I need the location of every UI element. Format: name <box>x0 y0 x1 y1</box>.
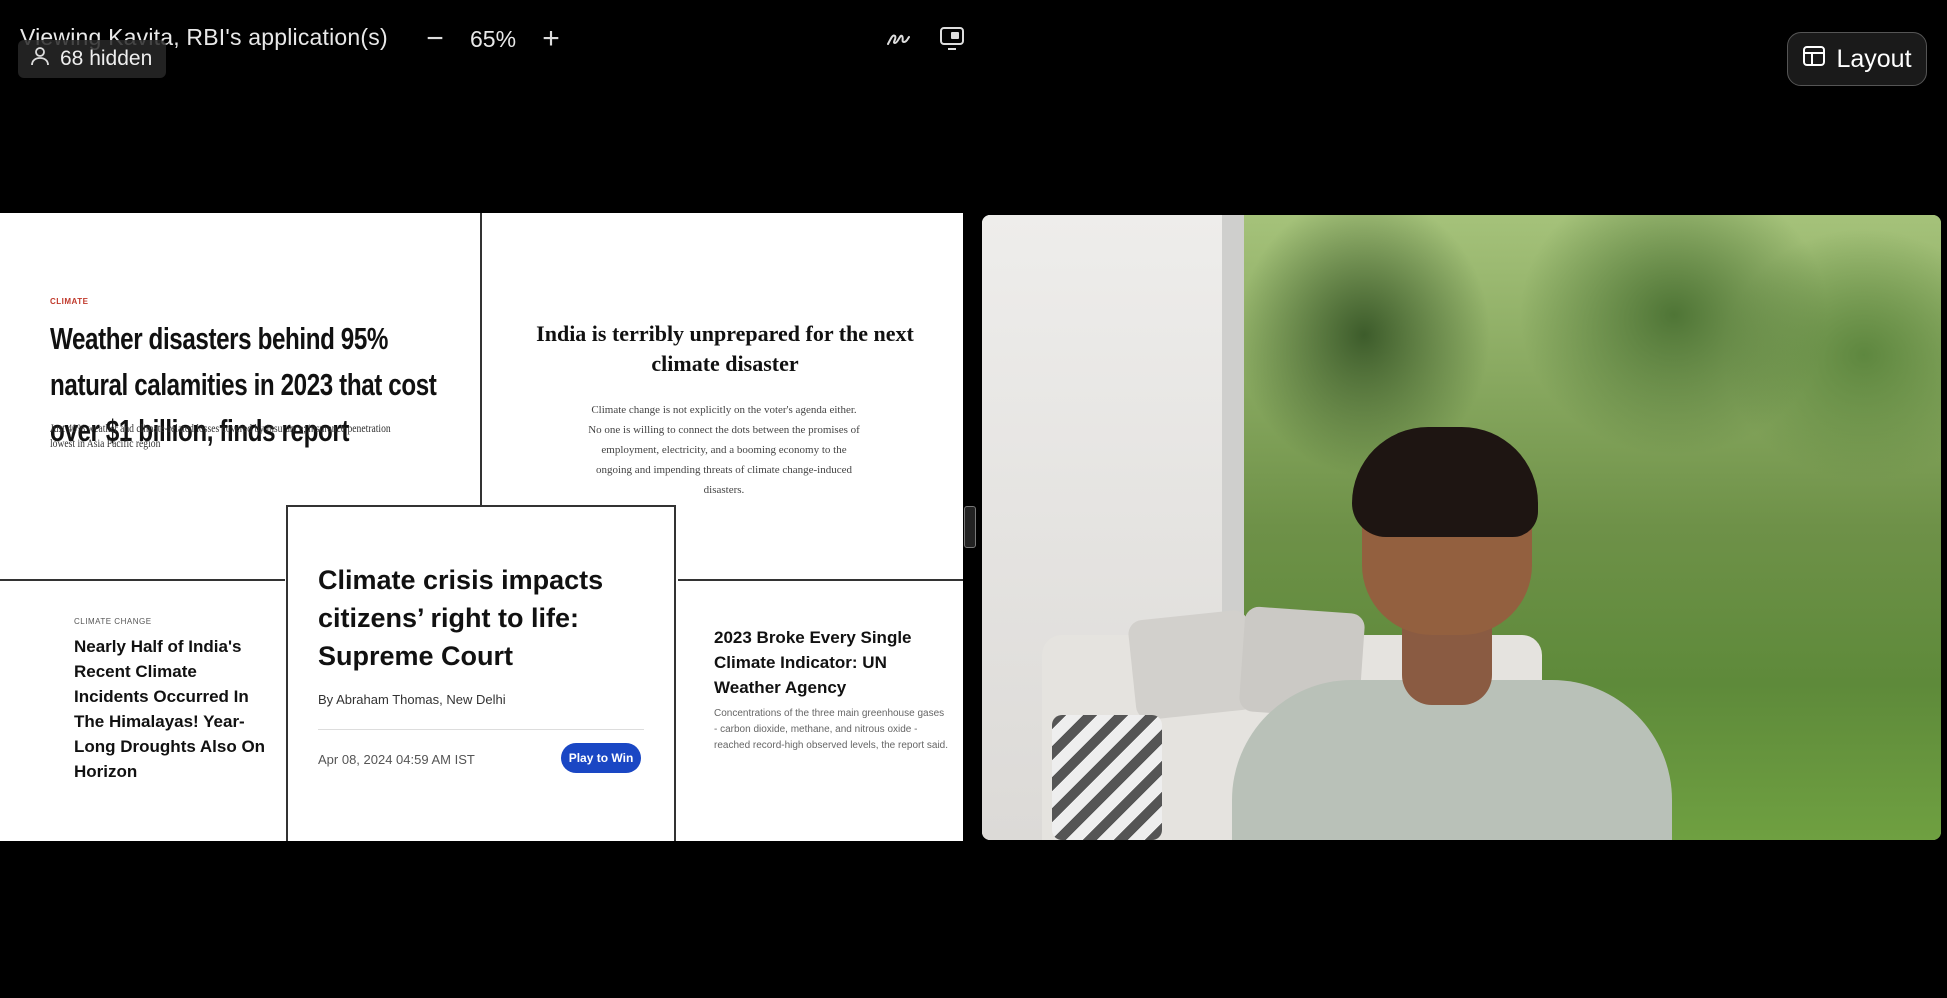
video-background-blanket <box>1052 715 1162 840</box>
card-headline: Nearly Half of India's Recent Climate In… <box>74 637 266 781</box>
card-subtext: Concentrations of the three main greenho… <box>714 708 949 751</box>
participant-hair <box>1352 427 1538 537</box>
zoom-level: 65% <box>470 25 517 52</box>
zoom-in-button[interactable]: + <box>538 24 564 54</box>
participant-video-tile[interactable] <box>982 215 1941 840</box>
annotate-icon[interactable] <box>883 22 915 54</box>
card-headline: India is terribly unprepared for the nex… <box>536 321 914 376</box>
card-divider <box>318 729 644 730</box>
news-card-supreme-court: Climate crisis impacts citizens’ right t… <box>286 505 676 841</box>
hidden-participants-badge[interactable]: 68 hidden <box>18 40 167 78</box>
zoom-out-button[interactable]: − <box>422 24 448 54</box>
layout-label: Layout <box>1836 44 1912 73</box>
layout-button[interactable]: Layout <box>1787 32 1927 86</box>
video-background-pillow <box>1127 609 1257 721</box>
card-kicker: CLIMATE CHANGE <box>74 617 152 626</box>
layout-icon <box>1802 45 1826 74</box>
zoom-control: − 65% + <box>422 18 564 60</box>
split-resize-handle[interactable] <box>964 506 976 548</box>
pop-out-screen-icon[interactable] <box>936 22 968 54</box>
news-card-climate-indicator: 2023 Broke Every Single Climate Indicato… <box>678 579 963 841</box>
person-icon <box>30 46 50 72</box>
hidden-count: 68 hidden <box>60 47 153 70</box>
card-kicker: CLIMATE <box>50 297 89 306</box>
play-to-win-button[interactable]: Play to Win <box>561 743 641 773</box>
card-headline: Climate crisis impacts citizens’ right t… <box>318 565 604 671</box>
card-subtext: Just 40% weather and climate-related los… <box>50 421 391 450</box>
news-card-himalayas: CLIMATE CHANGE Nearly Half of India's Re… <box>0 579 285 841</box>
shared-screen[interactable]: CLIMATE Weather disasters behind 95% nat… <box>0 213 963 841</box>
card-date: Apr 08, 2024 04:59 AM IST <box>318 752 475 767</box>
card-subtext: Climate change is not explicitly on the … <box>588 404 860 496</box>
card-byline: By Abraham Thomas, New Delhi <box>318 692 506 707</box>
card-headline: 2023 Broke Every Single Climate Indicato… <box>714 628 912 697</box>
